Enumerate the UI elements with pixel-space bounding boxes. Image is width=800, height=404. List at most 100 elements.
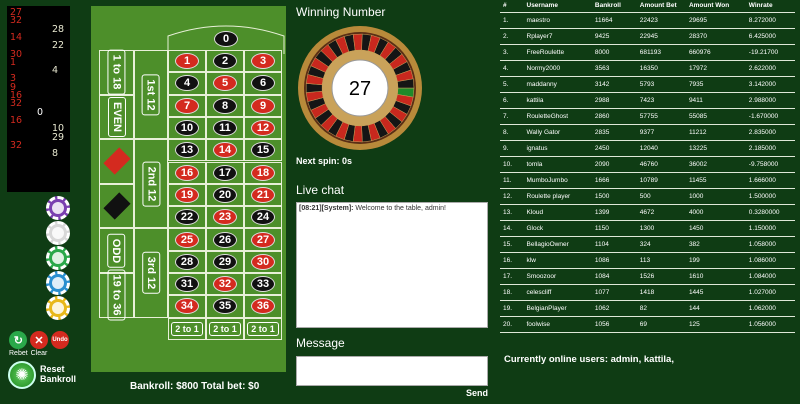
outside-bet-label: EVEN [107, 96, 126, 137]
number-cell-8[interactable]: 8 [206, 94, 244, 117]
number-cell-36[interactable]: 36 [244, 295, 282, 318]
number-cell-24[interactable]: 24 [244, 206, 282, 229]
leaderboard-cell: 2.185000 [745, 140, 795, 157]
clear-button[interactable]: ✕ Clear [30, 331, 48, 357]
number-cell-10[interactable]: 10 [168, 116, 206, 140]
leaderboard-cell: 1000 [685, 188, 746, 205]
leaderboard-row: 19. BelgianPlayer 1062 82 144 1.062000 [500, 300, 795, 317]
number-cell-30[interactable]: 30 [244, 250, 282, 273]
history-number: 32 [10, 15, 23, 27]
number-cell-5[interactable]: 5 [206, 72, 244, 95]
leaderboard-cell: maestro [523, 12, 592, 29]
chat-log[interactable]: [08:21][System]: Welcome to the table, a… [296, 202, 488, 328]
history-number: 4 [52, 65, 59, 77]
chip-white[interactable] [46, 221, 70, 245]
column-bet-3[interactable]: 2 to 1 [244, 317, 282, 340]
leaderboard-cell: 29695 [685, 12, 746, 29]
column-bet-1[interactable]: 2 to 1 [168, 317, 206, 340]
rebet-button[interactable]: ↻ Rebet [9, 331, 28, 357]
high-bet[interactable]: 19 to 36 [99, 269, 134, 321]
number-cell-12[interactable]: 12 [244, 116, 282, 140]
leaderboard-cell: celescliff [523, 284, 592, 301]
number-cell-11[interactable]: 11 [206, 116, 244, 140]
leaderboard-cell: 681193 [636, 44, 686, 61]
number-cell-35[interactable]: 35 [206, 295, 244, 318]
chip-yellow[interactable] [46, 296, 70, 320]
chip-blue[interactable] [46, 271, 70, 295]
leaderboard-cell: 0.3280000 [745, 204, 795, 221]
number-cell-22[interactable]: 22 [168, 206, 206, 229]
leaderboard-cell: 11. [500, 172, 524, 189]
number-cell-33[interactable]: 33 [244, 273, 282, 296]
number-cell-9[interactable]: 9 [244, 94, 282, 117]
leaderboard-row: 14. Glock 1150 1300 1450 1.150000 [500, 220, 795, 237]
history-number: 32 [10, 139, 23, 151]
leaderboard-row: 1. maestro 11664 22423 29695 8.272000 [500, 12, 795, 29]
number-cell-7[interactable]: 7 [168, 94, 206, 117]
send-button[interactable]: Send [466, 388, 488, 398]
black-bet[interactable] [99, 183, 134, 229]
undo-button[interactable]: Undo [51, 331, 69, 349]
pocket-22: 22 [175, 209, 199, 226]
number-cell-34[interactable]: 34 [168, 295, 206, 318]
number-cell-18[interactable]: 18 [244, 161, 282, 184]
pocket-28: 28 [175, 253, 199, 270]
leaderboard-cell: 4000 [685, 204, 746, 221]
chip-purple[interactable] [46, 196, 70, 220]
number-cell-29[interactable]: 29 [206, 250, 244, 273]
low-bet[interactable]: 1 to 18 [99, 49, 134, 95]
message-input[interactable] [296, 356, 488, 386]
chip-value [52, 277, 64, 289]
leaderboard-cell: 82 [636, 300, 686, 317]
roulette-wheel: 27 [298, 26, 422, 150]
column-bet-2[interactable]: 2 to 1 [206, 317, 244, 340]
number-cell-28[interactable]: 28 [168, 250, 206, 273]
leaderboard-cell: Roulette player [523, 188, 592, 205]
number-cell-1[interactable]: 1 [168, 50, 206, 73]
number-cell-14[interactable]: 14 [206, 139, 244, 162]
odd-bet[interactable]: ODD [99, 228, 134, 273]
number-cell-26[interactable]: 26 [206, 228, 244, 251]
even-bet[interactable]: EVEN [99, 94, 134, 140]
reset-bankroll-button[interactable]: ✺ Reset Bankroll [8, 361, 88, 389]
number-cell-17[interactable]: 17 [206, 161, 244, 184]
leaderboard-row: 13. Kloud 1399 4672 4000 0.3280000 [500, 204, 795, 221]
number-cell-3[interactable]: 3 [244, 50, 282, 73]
number-cell-15[interactable]: 15 [244, 139, 282, 162]
leaderboard-cell: 8.272000 [745, 12, 795, 29]
history-number: 1 [10, 56, 17, 68]
pocket-35: 35 [213, 298, 237, 315]
history-number: 29 [52, 131, 65, 143]
number-cell-27[interactable]: 27 [244, 228, 282, 251]
leaderboard-cell: 324 [636, 236, 686, 253]
leaderboard-cell: 6. [500, 92, 524, 109]
leaderboard-row: 9. ignatus 2450 12040 13225 2.185000 [500, 140, 795, 157]
number-cell-6[interactable]: 6 [244, 72, 282, 95]
leaderboard-cell: klw [523, 252, 592, 269]
chip-green[interactable] [46, 246, 70, 270]
number-cell-32[interactable]: 32 [206, 273, 244, 296]
number-cell-13[interactable]: 13 [168, 139, 206, 162]
number-cell-23[interactable]: 23 [206, 206, 244, 229]
number-cell-2[interactable]: 2 [206, 50, 244, 73]
dozen-bet-1[interactable]: 1st 12 [134, 50, 168, 140]
pocket-5: 5 [213, 75, 237, 92]
number-cell-31[interactable]: 31 [168, 273, 206, 296]
pocket-29: 29 [213, 253, 237, 270]
leaderboard-cell: 3142 [591, 76, 637, 93]
number-cell-4[interactable]: 4 [168, 72, 206, 95]
pocket-33: 33 [251, 276, 275, 293]
number-cell-21[interactable]: 21 [244, 183, 282, 207]
number-cell-19[interactable]: 19 [168, 183, 206, 207]
dozen-bet-3[interactable]: 3rd 12 [134, 228, 168, 318]
betting-table: 0 1 2 3 4 5 6 7 8 9 10 11 12 13 14 15 16 17 18 19 20 21 22 23 24… [91, 6, 286, 372]
dozen-bet-2[interactable]: 2nd 12 [134, 139, 168, 229]
leaderboard-cell: 500 [636, 188, 686, 205]
pocket-6: 6 [251, 75, 275, 92]
number-cell-16[interactable]: 16 [168, 161, 206, 184]
leaderboard-cell: 1.084000 [745, 268, 795, 285]
number-cell-25[interactable]: 25 [168, 228, 206, 251]
leaderboard-row: 11. MumboJumbo 1666 10789 11455 1.666000 [500, 172, 795, 189]
number-cell-20[interactable]: 20 [206, 183, 244, 207]
red-bet[interactable] [99, 139, 134, 184]
